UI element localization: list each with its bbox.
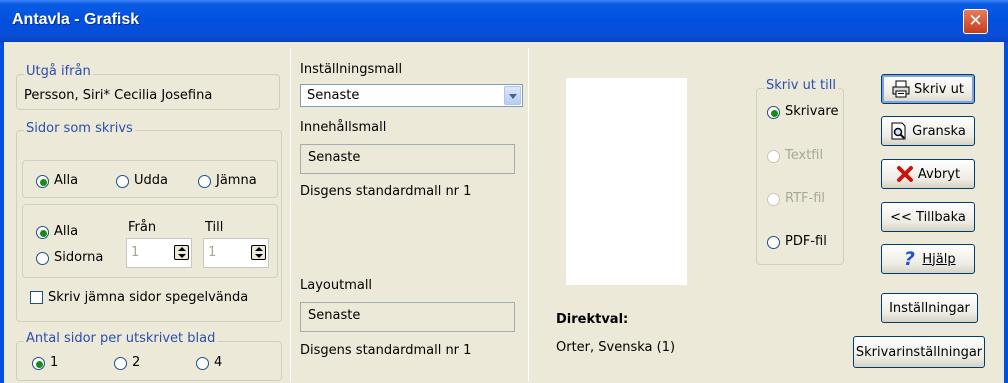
window-border-right [1004,42,1008,383]
range-pages-label: Sidorna [54,250,104,265]
settings-button-label: Inställningar [889,300,970,316]
output-pdf-radio[interactable] [767,236,780,249]
filter-even-label: Jämna [216,173,257,188]
origin-group-label: Utgå ifrån [24,64,93,79]
filter-odd-label: Udda [134,173,168,188]
print-button-label: Skriv ut [914,81,964,97]
content-template-value: Senaste [308,150,361,165]
settings-button[interactable]: Inställningar [881,293,978,323]
preview-button[interactable]: Granska [881,116,975,146]
direct-selection-value: Orter, Svenska (1) [556,340,676,355]
mirror-pages-checkbox[interactable] [30,291,43,304]
output-rtf-label: RTF-fil [785,191,825,206]
output-textfile-label: Textfil [785,148,824,163]
output-printer-label: Skrivare [785,104,839,119]
layout-template-value: Senaste [308,308,361,323]
per-sheet-2-label: 2 [132,355,141,370]
range-from-label: Från [128,220,157,235]
output-rtf-radio[interactable] [767,193,780,206]
layout-template-field[interactable]: Senaste [300,302,515,332]
help-button-label: Hjälp [922,251,956,267]
content-template-label: Innehållsmall [300,120,387,135]
printer-icon [892,80,910,98]
printer-settings-button[interactable]: Skrivarinställningar [853,336,985,368]
back-button[interactable]: << Tillbaka [881,202,975,232]
range-to-label: Till [205,220,224,235]
output-group-label: Skriv ut till [764,78,838,93]
per-sheet-1-radio[interactable] [32,357,45,370]
cancel-button-label: Avbryt [917,166,961,182]
range-from-spinner[interactable]: 1 [126,238,192,268]
output-textfile-radio[interactable] [767,150,780,163]
range-to-value: 1 [208,245,217,260]
per-sheet-label: Antal sidor per utskrivet blad [24,331,218,346]
per-sheet-1-label: 1 [50,355,59,370]
back-button-label: << Tillbaka [890,209,966,225]
settings-template-value: Senaste [307,88,360,103]
spinner-arrows-icon[interactable] [251,245,266,260]
layout-template-label: Layoutmall [300,278,373,293]
window-title: Antavla - Grafisk [12,11,140,28]
per-sheet-2-radio[interactable] [114,357,127,370]
print-button[interactable]: Skriv ut [881,74,975,104]
output-pdf-label: PDF-fil [785,234,827,249]
direct-selection-label: Direktval: [556,312,629,327]
layout-template-desc: Disgens standardmall nr 1 [300,343,472,358]
content-template-desc: Disgens standardmall nr 1 [300,184,472,199]
per-sheet-4-label: 4 [214,355,223,370]
range-to-spinner[interactable]: 1 [203,238,269,268]
cancel-button[interactable]: Avbryt [881,159,975,189]
range-all-radio[interactable] [36,226,49,239]
spinner-arrows-icon[interactable] [174,245,189,260]
printer-settings-button-label: Skrivarinställningar [855,344,983,360]
red-x-icon [896,166,913,182]
column-separator [290,48,291,381]
close-icon: ✕ [968,11,983,31]
settings-template-label: Inställningsmall [300,62,403,77]
output-printer-radio[interactable] [767,106,780,119]
question-mark-icon: ? [903,248,915,270]
preview-button-label: Granska [912,123,966,139]
mirror-pages-label: Skriv jämna sidor spegelvända [48,290,249,305]
content-template-field[interactable]: Senaste [300,144,515,174]
filter-all-radio[interactable] [36,175,49,188]
chevron-down-icon[interactable] [504,86,521,105]
column-separator [528,48,529,381]
range-from-value: 1 [131,245,140,260]
filter-all-label: Alla [54,173,79,188]
per-sheet-4-radio[interactable] [196,357,209,370]
magnifier-document-icon [891,122,906,140]
range-all-label: Alla [54,224,79,239]
settings-template-select[interactable]: Senaste [300,84,523,107]
close-button[interactable]: ✕ [963,9,988,34]
origin-person: Persson, Siri* Cecilia Josefina [24,88,213,103]
title-bar[interactable] [0,0,1008,42]
page-preview [566,78,687,285]
filter-odd-radio[interactable] [116,175,129,188]
filter-even-radio[interactable] [198,175,211,188]
help-button[interactable]: ? Hjälp [881,244,975,274]
range-pages-radio[interactable] [36,252,49,265]
pages-group-label: Sidor som skrivs [24,121,135,136]
